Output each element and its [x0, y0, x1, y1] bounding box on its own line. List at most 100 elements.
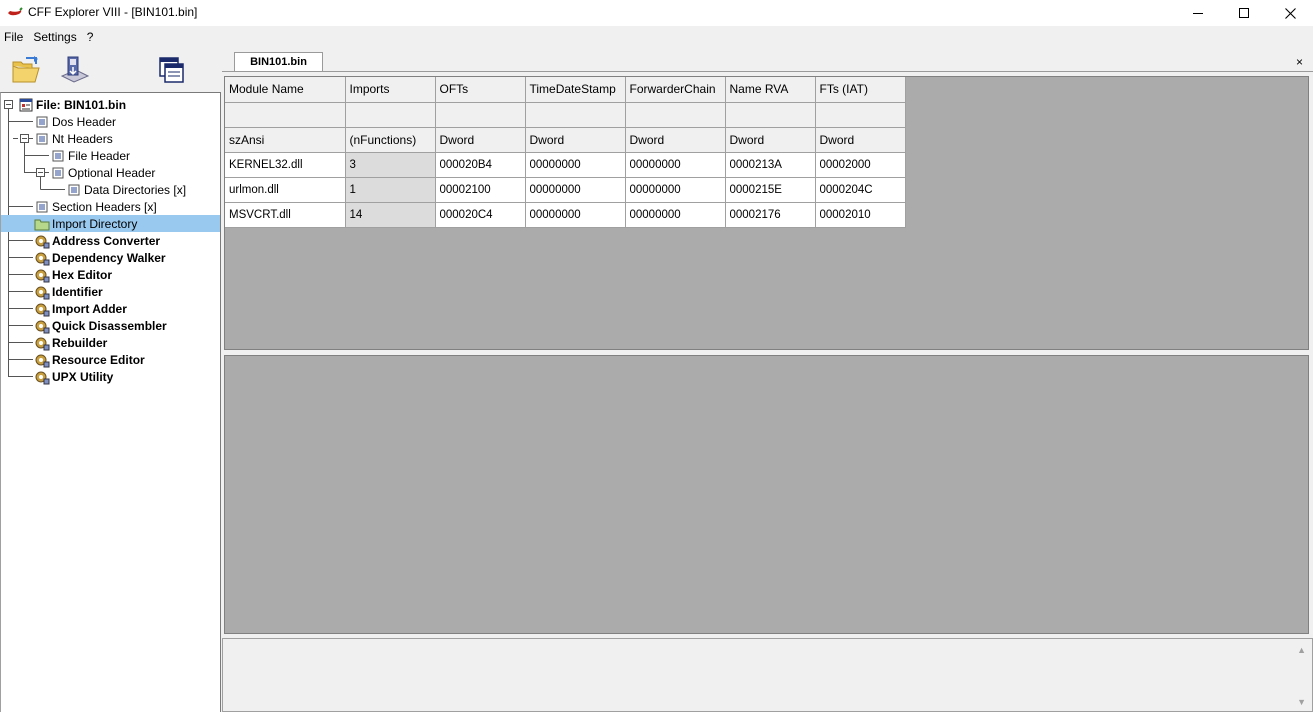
tree-item-optional-header[interactable]: Optional Header: [50, 164, 155, 181]
column-header[interactable]: Name RVA: [725, 77, 816, 103]
tree-item-file[interactable]: File: BIN101.bin: [18, 96, 126, 113]
table-row[interactable]: MSVCRT.dll 14 000020C4 00000000 00000000…: [225, 202, 906, 228]
menu-help[interactable]: ?: [83, 28, 98, 48]
close-tab-button[interactable]: ×: [1296, 55, 1303, 69]
type-row: szAnsi (nFunctions) Dword Dword Dword Dw…: [225, 127, 906, 153]
tree-item-nt-headers[interactable]: Nt Headers: [34, 130, 113, 147]
column-header[interactable]: ForwarderChain: [625, 77, 726, 103]
tree-item-dos-header[interactable]: Dos Header: [34, 113, 116, 130]
type-cell: Dword: [525, 127, 626, 153]
timedatestamp-cell[interactable]: 00000000: [525, 152, 626, 178]
forwarderchain-cell[interactable]: 00000000: [625, 152, 726, 178]
name-rva-cell[interactable]: 00002176: [725, 202, 816, 228]
chili-pepper-icon: [8, 7, 23, 16]
tree-item-dependency-walker[interactable]: Dependency Walker: [34, 249, 166, 266]
tree-item-hex-editor[interactable]: Hex Editor: [34, 266, 112, 283]
tool-icon: [34, 369, 50, 385]
open-file-button[interactable]: [10, 54, 42, 86]
tree-item-label: Nt Headers: [52, 131, 113, 146]
menu-bar: File Settings ?: [0, 28, 99, 48]
tool-icon: [34, 352, 50, 368]
list-icon: [50, 165, 66, 181]
import-grid-panel: Module Name Imports OFTs TimeDateStamp F…: [224, 76, 1309, 350]
functions-grid-panel: [224, 355, 1309, 634]
tree-item-rebuilder[interactable]: Rebuilder: [34, 334, 107, 351]
menu-settings[interactable]: Settings: [29, 28, 80, 48]
windows-button[interactable]: [156, 54, 188, 86]
tree-item-import-directory[interactable]: Import Directory: [1, 215, 220, 232]
tree-item-label: UPX Utility: [52, 369, 114, 384]
tree-item-label: Import Adder: [52, 301, 127, 316]
tool-icon: [34, 318, 50, 334]
scroll-up-arrow-icon[interactable]: ▲: [1297, 645, 1306, 655]
name-rva-cell[interactable]: 0000213A: [725, 152, 816, 178]
close-window-button[interactable]: [1267, 0, 1313, 26]
imports-cell[interactable]: 14: [345, 202, 436, 228]
module-name-cell[interactable]: urlmon.dll: [225, 177, 346, 203]
tree-panel: File: BIN101.bin Dos Header Nt Headers F…: [0, 92, 221, 712]
tree-item-upx-utility[interactable]: UPX Utility: [34, 368, 113, 385]
forwarderchain-cell[interactable]: 00000000: [625, 177, 726, 203]
type-cell: szAnsi: [225, 127, 346, 153]
menu-file[interactable]: File: [0, 28, 27, 48]
tab-bin101[interactable]: BIN101.bin: [234, 52, 323, 72]
list-icon: [34, 131, 50, 147]
module-name-cell[interactable]: MSVCRT.dll: [225, 202, 346, 228]
tree-item-import-adder[interactable]: Import Adder: [34, 300, 127, 317]
save-button[interactable]: [58, 54, 90, 86]
column-header[interactable]: Module Name: [225, 77, 346, 103]
name-rva-cell[interactable]: 0000215E: [725, 177, 816, 203]
windows-icon: [159, 57, 184, 83]
list-icon: [34, 114, 50, 130]
tree-item-label: Optional Header: [68, 165, 156, 180]
tree-item-label: Dos Header: [52, 114, 117, 129]
ofts-cell[interactable]: 00002100: [435, 177, 526, 203]
type-cell: Dword: [815, 127, 906, 153]
type-cell: Dword: [435, 127, 526, 153]
timedatestamp-cell[interactable]: 00000000: [525, 202, 626, 228]
fts-iat-cell[interactable]: 00002010: [815, 202, 906, 228]
tree-item-data-directories[interactable]: Data Directories [x]: [66, 181, 186, 198]
list-icon: [66, 182, 82, 198]
tree-item-identifier[interactable]: Identifier: [34, 283, 103, 300]
tree-item-file-header[interactable]: File Header: [50, 147, 130, 164]
fts-iat-cell[interactable]: 00002000: [815, 152, 906, 178]
tree-item-label: Quick Disassembler: [52, 318, 167, 333]
maximize-icon: [1239, 8, 1249, 18]
blank-cell: [815, 102, 906, 128]
tab-label: BIN101.bin: [250, 56, 307, 68]
forwarderchain-cell[interactable]: 00000000: [625, 202, 726, 228]
scroll-down-arrow-icon[interactable]: ▼: [1297, 697, 1306, 707]
column-header[interactable]: Imports: [345, 77, 436, 103]
imports-cell[interactable]: 3: [345, 152, 436, 178]
ofts-cell[interactable]: 000020B4: [435, 152, 526, 178]
close-icon: [1284, 7, 1296, 19]
column-header[interactable]: OFTs: [435, 77, 526, 103]
tool-icon: [34, 250, 50, 266]
tree-item-label: Data Directories [x]: [84, 182, 187, 197]
table-row[interactable]: KERNEL32.dll 3 000020B4 00000000 0000000…: [225, 152, 906, 178]
tool-icon: [34, 301, 50, 317]
blank-cell: [345, 102, 436, 128]
tree-item-section-headers[interactable]: Section Headers [x]: [34, 198, 157, 215]
column-header[interactable]: TimeDateStamp: [525, 77, 626, 103]
column-header[interactable]: FTs (IAT): [815, 77, 906, 103]
table-row[interactable]: urlmon.dll 1 00002100 00000000 00000000 …: [225, 177, 906, 203]
minimize-button[interactable]: [1175, 0, 1221, 26]
module-name-cell[interactable]: KERNEL32.dll: [225, 152, 346, 178]
imports-cell[interactable]: 1: [345, 177, 436, 203]
tree-item-resource-editor[interactable]: Resource Editor: [34, 351, 145, 368]
blank-header-row: [225, 102, 906, 128]
tree-item-label: File Header: [68, 148, 131, 163]
tree-item-label: Hex Editor: [52, 267, 113, 282]
list-icon: [50, 148, 66, 164]
tree-item-quick-disassembler[interactable]: Quick Disassembler: [34, 317, 167, 334]
tree-item-label: Address Converter: [52, 233, 161, 248]
maximize-button[interactable]: [1221, 0, 1267, 26]
import-directory-table: Module Name Imports OFTs TimeDateStamp F…: [225, 77, 906, 228]
tree-item-address-converter[interactable]: Address Converter: [34, 232, 160, 249]
fts-iat-cell[interactable]: 0000204C: [815, 177, 906, 203]
folder-icon: [34, 216, 50, 232]
ofts-cell[interactable]: 000020C4: [435, 202, 526, 228]
timedatestamp-cell[interactable]: 00000000: [525, 177, 626, 203]
